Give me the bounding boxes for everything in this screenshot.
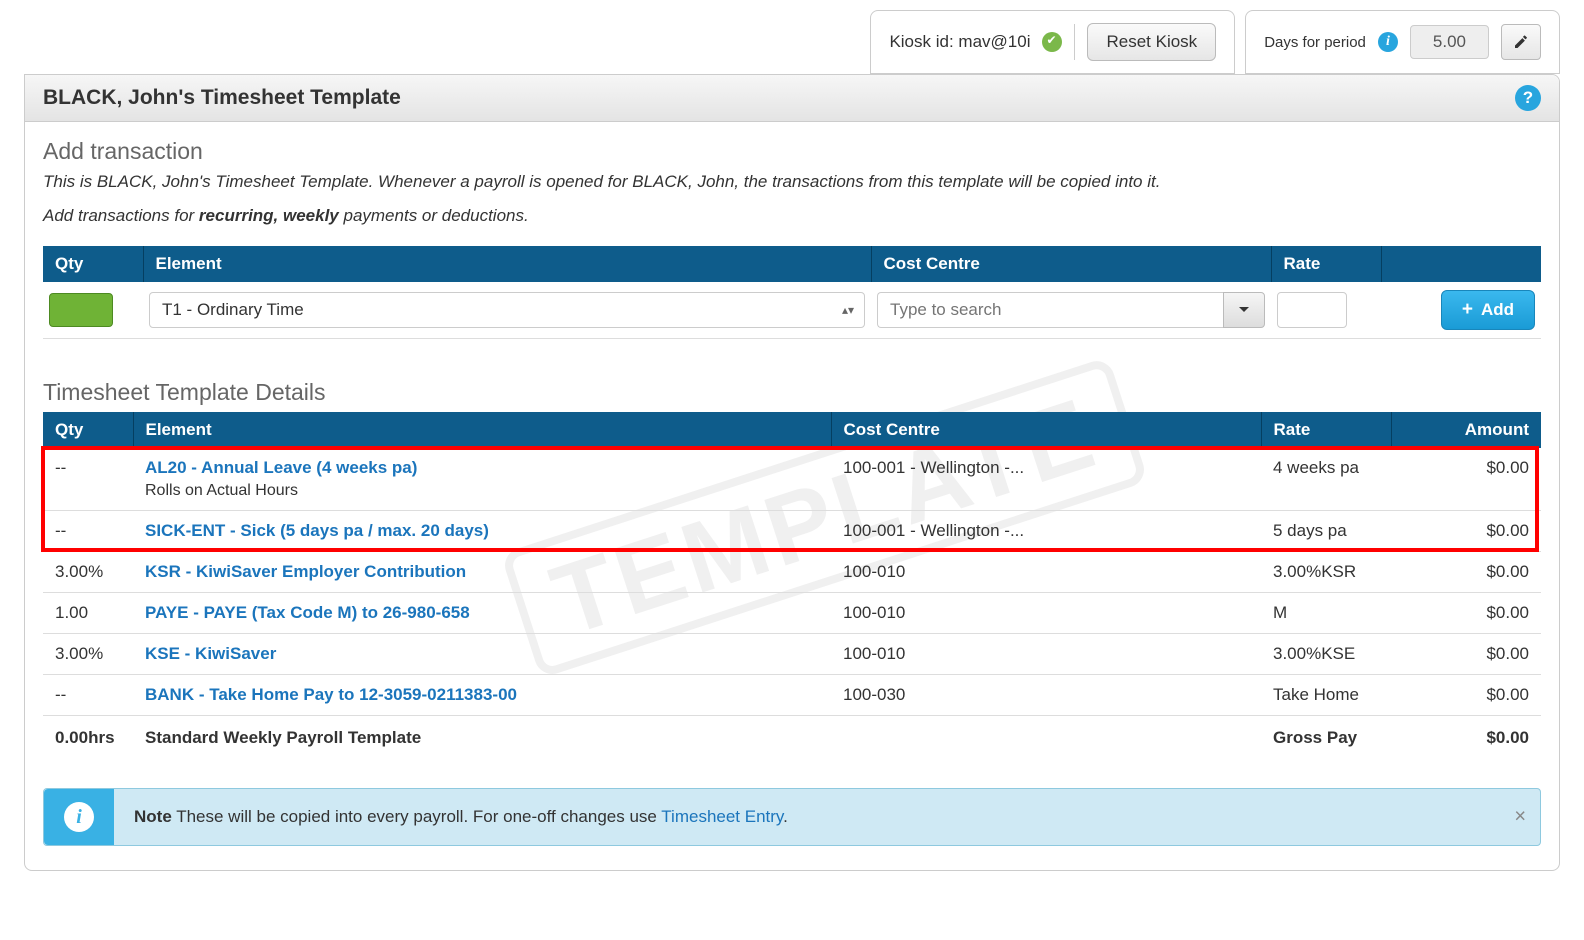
cell-rate: Take Home xyxy=(1261,675,1391,716)
description-line1: This is BLACK, John's Timesheet Template… xyxy=(43,169,1541,195)
col-qty: Qty xyxy=(43,246,143,282)
cell-element: BANK - Take Home Pay to 12-3059-0211383-… xyxy=(133,675,831,716)
col-rate: Rate xyxy=(1271,246,1381,282)
cell-cost: 100-001 - Wellington -... xyxy=(831,448,1261,511)
separator xyxy=(1074,24,1075,60)
days-value: 5.00 xyxy=(1410,25,1489,59)
plus-icon: + xyxy=(1462,299,1473,321)
check-icon xyxy=(1042,32,1062,52)
col-element: Element xyxy=(133,412,831,448)
cell-amount: $0.00 xyxy=(1391,593,1541,634)
element-link[interactable]: SICK-ENT - Sick (5 days pa / max. 20 day… xyxy=(145,521,489,540)
chevron-down-icon xyxy=(1238,306,1250,314)
table-row: 3.00% KSR - KiwiSaver Employer Contributi… xyxy=(43,552,1541,593)
element-link[interactable]: KSE - KiwiSaver xyxy=(145,644,276,663)
cell-amount: $0.00 xyxy=(1391,675,1541,716)
add-button[interactable]: + Add xyxy=(1441,290,1535,330)
cell-rate: M xyxy=(1261,593,1391,634)
cell-qty: -- xyxy=(43,448,133,511)
pencil-icon xyxy=(1513,34,1529,50)
section-title: Add transaction xyxy=(43,138,1541,165)
cell-qty: 1.00 xyxy=(43,593,133,634)
edit-days-button[interactable] xyxy=(1501,24,1541,60)
table-row: -- SICK-ENT - Sick (5 days pa / max. 20 d… xyxy=(43,511,1541,552)
col-amount: Amount xyxy=(1391,412,1541,448)
table-row: 1.00 PAYE - PAYE (Tax Code M) to 26-980-6… xyxy=(43,593,1541,634)
cell-amount: $0.00 xyxy=(1391,634,1541,675)
footer-label: Standard Weekly Payroll Template xyxy=(133,716,831,761)
info-icon: i xyxy=(64,802,94,832)
help-button[interactable]: ? xyxy=(1515,85,1541,111)
note-text: Note These will be copied into every pay… xyxy=(114,789,1540,845)
cell-rate: 3.00%KSR xyxy=(1261,552,1391,593)
footer-gross-label: Gross Pay xyxy=(1261,716,1391,761)
close-note-button[interactable]: × xyxy=(1514,806,1526,829)
cell-qty: -- xyxy=(43,675,133,716)
cell-cost: 100-030 xyxy=(831,675,1261,716)
reset-kiosk-button[interactable]: Reset Kiosk xyxy=(1087,23,1216,61)
cell-cost: 100-010 xyxy=(831,634,1261,675)
element-sub: Rolls on Actual Hours xyxy=(145,482,819,500)
kiosk-id-label: Kiosk id: mav@10i xyxy=(889,32,1030,52)
cell-qty: 3.00% xyxy=(43,552,133,593)
col-qty: Qty xyxy=(43,412,133,448)
element-select[interactable]: T1 - Ordinary Time ▴▾ xyxy=(149,292,865,328)
cell-cost: 100-010 xyxy=(831,593,1261,634)
col-rate: Rate xyxy=(1261,412,1391,448)
cell-element: KSR - KiwiSaver Employer Contribution xyxy=(133,552,831,593)
footer-gross-value: $0.00 xyxy=(1391,716,1541,761)
cell-qty: 3.00% xyxy=(43,634,133,675)
description-line2: Add transactions for recurring, weekly p… xyxy=(43,203,1541,229)
col-element: Element xyxy=(143,246,871,282)
details-table: Qty Element Cost Centre Rate Amount --AL… xyxy=(43,412,1541,760)
cost-centre-dropdown-button[interactable] xyxy=(1223,292,1265,328)
element-link[interactable]: AL20 - Annual Leave (4 weeks pa) xyxy=(145,458,417,477)
cell-element: PAYE - PAYE (Tax Code M) to 26-980-658 xyxy=(133,593,831,634)
col-cost: Cost Centre xyxy=(871,246,1271,282)
cell-rate: 5 days pa xyxy=(1261,511,1391,552)
cell-amount: $0.00 xyxy=(1391,448,1541,511)
element-link[interactable]: PAYE - PAYE (Tax Code M) to 26-980-658 xyxy=(145,603,470,622)
add-transaction-table: Qty Element Cost Centre Rate T1 - Ordina… xyxy=(43,246,1541,339)
element-link[interactable]: BANK - Take Home Pay to 12-3059-0211383-… xyxy=(145,685,517,704)
cost-centre-input[interactable] xyxy=(877,292,1223,328)
cell-rate: 4 weeks pa xyxy=(1261,448,1391,511)
cell-cost: 100-010 xyxy=(831,552,1261,593)
info-icon[interactable]: i xyxy=(1378,32,1398,52)
element-link[interactable]: KSR - KiwiSaver Employer Contribution xyxy=(145,562,466,581)
details-title: Timesheet Template Details xyxy=(43,379,1541,406)
footer-hours: 0.00hrs xyxy=(43,716,133,761)
cell-amount: $0.00 xyxy=(1391,511,1541,552)
cell-element: KSE - KiwiSaver xyxy=(133,634,831,675)
note-icon-wrap: i xyxy=(44,789,114,845)
cell-cost: 100-001 - Wellington -... xyxy=(831,511,1261,552)
page-title: BLACK, John's Timesheet Template xyxy=(43,86,401,110)
rate-input[interactable] xyxy=(1277,292,1347,328)
table-row: -- BANK - Take Home Pay to 12-3059-021138… xyxy=(43,675,1541,716)
days-group: Days for period i 5.00 xyxy=(1245,10,1560,74)
table-row: -- AL20 - Annual Leave (4 weeks pa) Rolls … xyxy=(43,448,1541,511)
cell-element: SICK-ENT - Sick (5 days pa / max. 20 day… xyxy=(133,511,831,552)
kiosk-group: Kiosk id: mav@10i Reset Kiosk xyxy=(870,10,1235,74)
cell-rate: 3.00%KSE xyxy=(1261,634,1391,675)
note-box: i Note These will be copied into every p… xyxy=(43,788,1541,846)
table-row: 3.00% KSE - KiwiSaver 100-0103.00%KSE$0.00 xyxy=(43,634,1541,675)
col-cost: Cost Centre xyxy=(831,412,1261,448)
cell-qty: -- xyxy=(43,511,133,552)
chevron-updown-icon: ▴▾ xyxy=(842,303,854,317)
timesheet-entry-link[interactable]: Timesheet Entry xyxy=(661,807,783,826)
days-label: Days for period xyxy=(1264,34,1366,51)
card-header: BLACK, John's Timesheet Template ? xyxy=(25,75,1559,122)
cell-element: AL20 - Annual Leave (4 weeks pa) Rolls on… xyxy=(133,448,831,511)
qty-input[interactable] xyxy=(49,293,113,327)
add-transaction-section: Add transaction This is BLACK, John's Ti… xyxy=(43,138,1541,339)
cell-amount: $0.00 xyxy=(1391,552,1541,593)
col-action xyxy=(1381,246,1541,282)
